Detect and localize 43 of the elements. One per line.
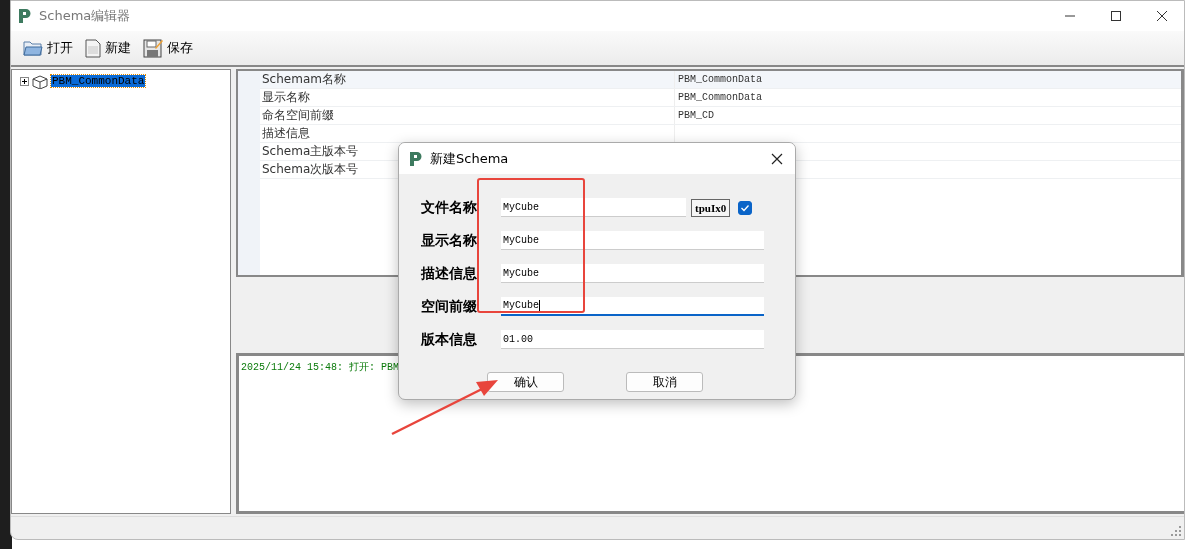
property-row[interactable]: 命名空间前缀 PBM_CD — [260, 107, 1181, 125]
logo-icon — [17, 8, 33, 24]
expand-icon[interactable] — [20, 76, 29, 86]
field-label: 版本信息 — [421, 330, 478, 349]
close-icon[interactable] — [771, 152, 783, 165]
property-row[interactable]: 显示名称 PBM_CommonData — [260, 89, 1181, 107]
field-label: 空间前缀 — [421, 297, 478, 316]
property-name[interactable]: Schemam名称 — [260, 71, 674, 88]
maximize-icon[interactable] — [1110, 10, 1122, 22]
property-name[interactable]: 命名空间前缀 — [260, 107, 674, 124]
field-label: 描述信息 — [421, 264, 478, 283]
property-value[interactable]: PBM_CD — [678, 110, 714, 121]
property-name[interactable]: 描述信息 — [260, 125, 674, 142]
input-field[interactable]: MyCube — [501, 198, 686, 217]
logo-icon — [408, 150, 424, 167]
check-icon — [740, 202, 751, 213]
input-field[interactable]: MyCube — [501, 297, 764, 316]
property-value[interactable]: PBM_CommonData — [678, 74, 762, 85]
close-icon[interactable] — [1156, 10, 1168, 22]
toolbar-button[interactable]: 新建 — [83, 36, 133, 60]
resize-grip-icon[interactable] — [1171, 526, 1181, 536]
property-row[interactable]: 描述信息 — [260, 125, 1181, 143]
input-field[interactable]: MyCube — [501, 231, 764, 250]
code-label: tpuIx0 — [691, 198, 731, 217]
toolbar-button[interactable]: 保存 — [141, 36, 195, 60]
field-label: 显示名称 — [421, 231, 478, 250]
dialog-button[interactable]: 取消 — [626, 372, 703, 392]
field-label: 文件名称 — [421, 198, 478, 217]
window-title: Schema编辑器 — [39, 7, 131, 25]
document-icon — [85, 38, 101, 58]
property-row[interactable]: Schemam名称 PBM_CommonData — [260, 71, 1181, 89]
toolbar-button[interactable]: 打开 — [21, 37, 75, 59]
property-value[interactable]: PBM_CommonData — [678, 92, 762, 103]
input-field[interactable]: MyCube — [501, 264, 764, 283]
dialog-title: 新建Schema — [430, 149, 509, 168]
folder-icon — [23, 39, 43, 57]
dialog-button[interactable]: 确认 — [487, 372, 564, 392]
tree-item[interactable]: PBM_CommonData — [51, 75, 146, 87]
log-line: 2025/11/24 15:48: 打开: PBM — [241, 361, 401, 374]
cube-icon — [31, 73, 49, 89]
property-name[interactable]: 显示名称 — [260, 89, 674, 106]
input-field[interactable]: 01.00 — [501, 330, 764, 349]
checkbox[interactable] — [738, 200, 753, 215]
